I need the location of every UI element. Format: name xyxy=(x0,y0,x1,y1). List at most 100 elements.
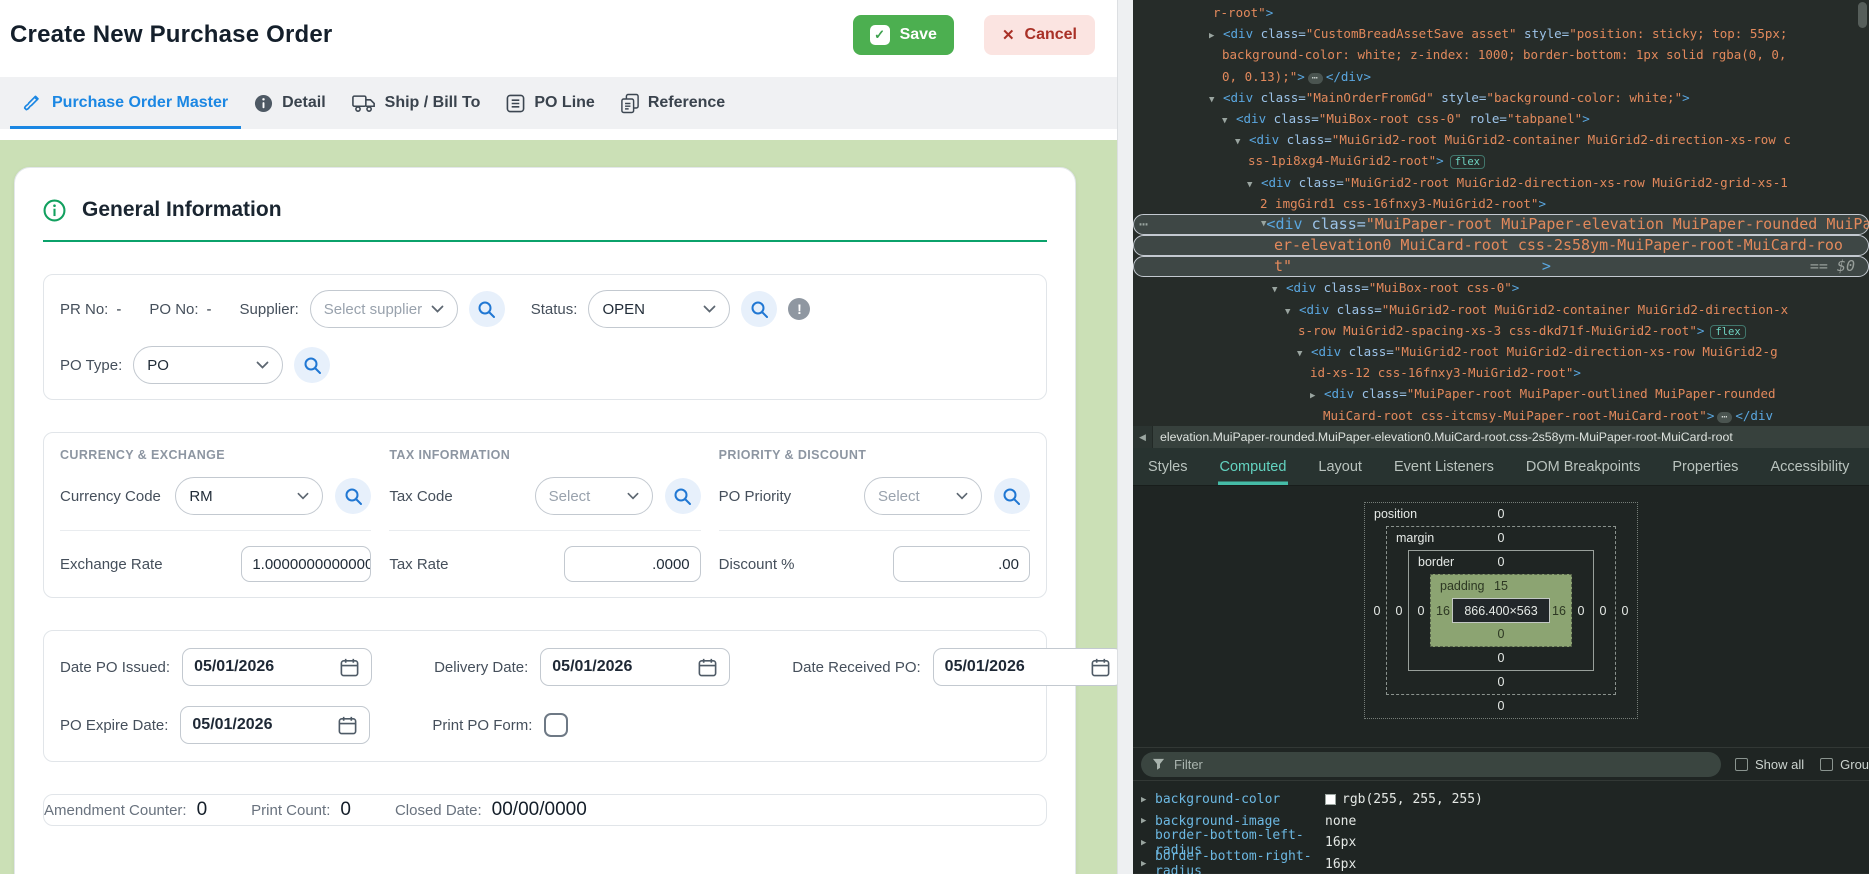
calendar-icon[interactable] xyxy=(339,657,360,678)
tab-ship-bill-to[interactable]: Ship / Bill To xyxy=(339,77,494,129)
flex-badge[interactable]: flex xyxy=(1450,155,1485,169)
tab-detail[interactable]: Detail xyxy=(241,77,339,129)
devtools-tab-properties[interactable]: Properties xyxy=(1670,448,1740,485)
devtools-tree-node-line[interactable]: MuiCard-root css-itcmsy-MuiPaper-root-Mu… xyxy=(1133,405,1869,426)
chevron-down-icon xyxy=(297,492,309,500)
devtools-tree-node-line[interactable]: ▼<div class="MuiBox-root css-0" role="ta… xyxy=(1133,108,1869,129)
calendar-icon[interactable] xyxy=(1090,657,1111,678)
devtools-tree-node-line[interactable]: s-row MuiGrid2-spacing-xs-3 css-dkd71f-M… xyxy=(1133,320,1869,341)
devtools-tree-node-line[interactable]: ▼<div class="MuiGrid2-root MuiGrid2-cont… xyxy=(1133,129,1869,150)
calendar-icon[interactable] xyxy=(337,715,358,736)
devtools-tab-computed[interactable]: Computed xyxy=(1218,448,1289,485)
node-more-actions-icon[interactable]: ⋯ xyxy=(1139,214,1149,235)
box-model-margin-layer[interactable]: margin 0 0 border 0 0 xyxy=(1386,526,1616,695)
tax-code-select[interactable]: Select xyxy=(535,477,653,515)
search-icon xyxy=(750,300,769,319)
devtools-tree-node-line[interactable]: id-xs-12 css-16fnxy3-MuiGrid2-root"> xyxy=(1133,362,1869,383)
position-left-value: 0 xyxy=(1368,604,1386,618)
po-expire-date-input[interactable]: 05/01/2026 xyxy=(180,706,370,744)
property-name: background-color xyxy=(1155,792,1325,807)
devtools-tree-node-line[interactable]: ▼<div class="MainOrderFromGd" style="bac… xyxy=(1133,87,1869,108)
date-po-issued-input[interactable]: 05/01/2026 xyxy=(182,648,372,686)
devtools-breadcrumb[interactable]: elevation.MuiPaper-rounded.MuiPaper-elev… xyxy=(1153,430,1733,444)
po-type-select[interactable]: PO xyxy=(133,346,283,384)
status-select[interactable]: OPEN xyxy=(588,290,730,328)
devtools-tree-node-line[interactable]: background-color: white; z-index: 1000; … xyxy=(1133,44,1869,65)
code-token: "MuiPaper-root MuiPaper-elevation MuiPap… xyxy=(1366,214,1869,235)
save-button[interactable]: ✓ Save xyxy=(853,15,954,55)
devtools-selected-node-line[interactable]: ⋯▼<div class="MuiPaper-root MuiPaper-ele… xyxy=(1133,214,1869,235)
pr-no-value: - xyxy=(116,301,121,318)
currency-tax-priority-box: CURRENCY & EXCHANGE Currency Code RM xyxy=(43,432,1047,598)
computed-property-row[interactable]: ▶background-colorrgb(255, 255, 255) xyxy=(1133,789,1869,811)
box-model-padding-layer[interactable]: padding 15 16 866.400×563 16 0 xyxy=(1430,574,1572,647)
tab-po-line[interactable]: PO Line xyxy=(493,77,607,129)
po-priority-value: Select xyxy=(878,488,920,505)
devtools-tab-event-listeners[interactable]: Event Listeners xyxy=(1392,448,1496,485)
print-po-form-checkbox[interactable] xyxy=(544,713,568,737)
code-token: style= xyxy=(1517,26,1570,41)
code-token: > xyxy=(1707,408,1715,423)
property-expand-arrow-icon[interactable]: ▶ xyxy=(1141,859,1155,869)
property-expand-arrow-icon[interactable]: ▶ xyxy=(1141,838,1155,848)
collapsed-content-icon[interactable]: ⋯ xyxy=(1308,73,1323,84)
property-expand-arrow-icon[interactable]: ▶ xyxy=(1141,795,1155,805)
po-priority-select[interactable]: Select xyxy=(864,477,982,515)
margin-right-value: 0 xyxy=(1594,604,1612,618)
devtools-tree-node-line[interactable]: 2 imgGird1 css-16fnxy3-MuiGrid2-root"> xyxy=(1133,193,1869,214)
exchange-rate-input[interactable]: 1.0000000000000 xyxy=(241,546,371,582)
show-all-checkbox[interactable] xyxy=(1735,758,1748,771)
devtools-tab-styles[interactable]: Styles xyxy=(1146,448,1190,485)
devtools-tab-dom-breakpoints[interactable]: DOM Breakpoints xyxy=(1524,448,1642,485)
devtools-tree-node-line[interactable]: ss-1pi8xg4-MuiGrid2-root">flex xyxy=(1133,150,1869,171)
color-swatch-icon[interactable] xyxy=(1325,794,1336,805)
box-model-position-layer[interactable]: position 0 0 margin 0 0 border 0 xyxy=(1364,502,1638,719)
supplier-select[interactable]: Select supplier xyxy=(310,290,458,328)
devtools-tree-node-line[interactable]: ▼<div class="MuiBox-root css-0"> xyxy=(1133,277,1869,298)
flex-badge[interactable]: flex xyxy=(1710,325,1745,339)
discount-input[interactable]: .00 xyxy=(893,546,1030,582)
code-token: er-elevation0 MuiCard-root css-2s58ym-Mu… xyxy=(1274,235,1843,256)
po-priority-label: PO Priority xyxy=(719,488,792,505)
supplier-search-button[interactable] xyxy=(469,291,505,327)
code-token: "MuiBox-root css-0" xyxy=(1319,111,1462,126)
chevron-down-icon xyxy=(956,492,968,500)
devtools-selected-node-line[interactable]: er-elevation0 MuiCard-root css-2s58ym-Mu… xyxy=(1133,235,1869,256)
currency-code-select[interactable]: RM xyxy=(175,477,323,515)
currency-search-button[interactable] xyxy=(335,478,371,514)
box-model-content-size[interactable]: 866.400×563 xyxy=(1452,598,1550,623)
border-left-value: 0 xyxy=(1412,604,1430,618)
breadcrumb-collapse-icon[interactable]: ◀ xyxy=(1133,426,1153,448)
devtools-tree-node-line[interactable]: ▶<div class="CustomBreadAssetSave asset"… xyxy=(1133,23,1869,44)
devtools-elements-tree[interactable]: r-root">▶<div class="CustomBreadAssetSav… xyxy=(1133,0,1869,426)
devtools-tab-layout[interactable]: Layout xyxy=(1316,448,1364,485)
computed-property-row[interactable]: ▶border-bottom-right-radius16px xyxy=(1133,854,1869,874)
devtools-tree-node-line[interactable]: r-root"> xyxy=(1133,2,1869,23)
devtools-selected-node-line[interactable]: t"> == $0 xyxy=(1133,256,1869,277)
devtools-tree-node-line[interactable]: ▶<div class="MuiPaper-root MuiPaper-outl… xyxy=(1133,383,1869,404)
po-type-search-button[interactable] xyxy=(294,347,330,383)
filter-input[interactable]: Filter xyxy=(1141,752,1721,777)
tax-rate-input[interactable]: .0000 xyxy=(564,546,701,582)
tab-purchase-order-master[interactable]: Purchase Order Master xyxy=(10,77,241,129)
devtools-tree-node-line[interactable]: ▼<div class="MuiGrid2-root MuiGrid2-dire… xyxy=(1133,172,1869,193)
cancel-button[interactable]: ✕ Cancel xyxy=(984,15,1095,55)
box-model-border-layer[interactable]: border 0 0 padding 15 16 xyxy=(1408,550,1594,671)
group-checkbox[interactable] xyxy=(1820,758,1833,771)
devtools-tab-accessibility[interactable]: Accessibility xyxy=(1768,448,1851,485)
po-priority-search-button[interactable] xyxy=(994,478,1030,514)
property-expand-arrow-icon[interactable]: ▶ xyxy=(1141,816,1155,826)
devtools-tree-node-line[interactable]: 0, 0.13);">⋯</div> xyxy=(1133,66,1869,87)
delivery-date-input[interactable]: 05/01/2026 xyxy=(540,648,730,686)
code-token: "background-color: white;" xyxy=(1486,90,1682,105)
status-search-button[interactable] xyxy=(741,291,777,327)
tax-code-search-button[interactable] xyxy=(665,478,701,514)
tab-reference[interactable]: Reference xyxy=(608,77,738,129)
date-received-po-input[interactable]: 05/01/2026 xyxy=(933,648,1117,686)
collapsed-content-icon[interactable]: ⋯ xyxy=(1717,412,1732,423)
calendar-icon[interactable] xyxy=(697,657,718,678)
devtools-tree-node-line[interactable]: ▼<div class="MuiGrid2-root MuiGrid2-dire… xyxy=(1133,341,1869,362)
devtools-scrollbar-thumb[interactable] xyxy=(1858,2,1867,28)
devtools-tree-node-line[interactable]: ▼<div class="MuiGrid2-root MuiGrid2-cont… xyxy=(1133,299,1869,320)
page-scrollbar[interactable] xyxy=(1117,0,1133,874)
